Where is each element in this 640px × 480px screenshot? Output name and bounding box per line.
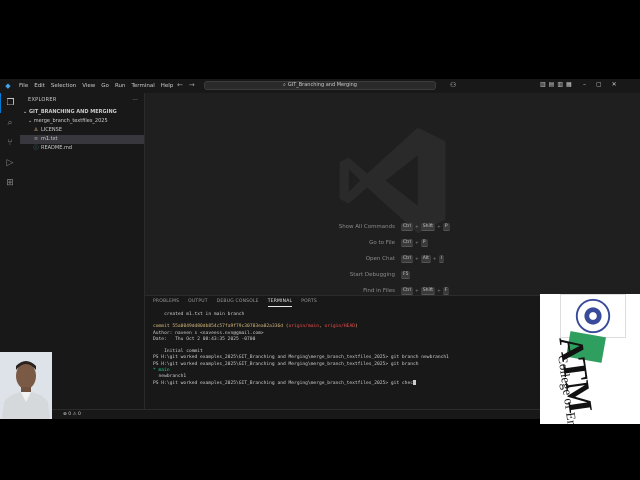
college-logo-overlay: ATM College of Enginee	[540, 294, 640, 424]
tab-output[interactable]: OUTPUT	[188, 299, 208, 306]
commit-hash: 55a0049dd80db854c57fa9f79c30703ea02a336d	[172, 324, 284, 330]
key-cap: Alt	[420, 255, 431, 263]
commit-label: commit	[153, 324, 173, 330]
menu-run[interactable]: Run	[112, 83, 129, 89]
webcam-overlay	[0, 352, 52, 419]
search-icon[interactable]: ⌕	[0, 113, 20, 133]
terminal-line: PS H:\git worked examples_2025\GIT_Branc…	[153, 361, 419, 367]
menu-go[interactable]: Go	[98, 83, 112, 89]
terminal-prompt-line: PS H:\git worked examples_2025\GIT_Branc…	[153, 381, 413, 387]
file-label: m1.txt	[41, 136, 58, 142]
tab-debug-console[interactable]: DEBUG CONSOLE	[217, 299, 259, 306]
tab-ports[interactable]: PORTS	[301, 299, 317, 306]
file-row-m1[interactable]: ≡ m1.txt	[20, 135, 144, 144]
text-file-icon: ≡	[33, 136, 39, 142]
markdown-icon: ⓘ	[33, 145, 39, 151]
subfolder-label: merge_branch_textfiles_2025	[33, 118, 108, 124]
key-cap: P	[420, 239, 428, 247]
editor-area: Show All Commands Ctrl + Shift + P Go to Fil…	[145, 93, 640, 295]
close-icon[interactable]: ✕	[612, 81, 627, 88]
branch-newbranch1: newbranch1	[153, 374, 187, 380]
toggle-sidebar-icon[interactable]: ▥	[540, 81, 549, 88]
chevron-down-icon: ⌄	[23, 109, 28, 115]
window-controls: –▢✕	[583, 81, 627, 88]
terminal-line: PS H:\git worked examples_2025\GIT_Branc…	[153, 355, 449, 361]
customize-layout-icon[interactable]: ▦	[566, 81, 575, 88]
status-problems[interactable]: ⊗ 0 ⚠ 0	[63, 410, 81, 419]
branch-main: * main	[153, 367, 170, 373]
run-debug-icon[interactable]: ▷	[0, 153, 20, 173]
nav-arrows: ←→	[177, 81, 201, 89]
file-row-readme[interactable]: ⓘ README.md	[20, 144, 144, 153]
vscode-logo-icon: ◆	[5, 82, 11, 90]
key-cap: I	[438, 255, 444, 263]
commit-ref-origin: origin/main	[288, 324, 319, 330]
menu-help[interactable]: Help	[158, 83, 177, 89]
key-cap: F	[442, 287, 450, 295]
terminal-line: Initial commit	[153, 349, 203, 355]
explorer-icon[interactable]: ❐	[0, 93, 20, 113]
terminal-output[interactable]: created m1.txt in main branch commit 55a…	[153, 312, 573, 387]
terminal-line: Date: Thu Oct 2 08:43:35 2025 -0700	[153, 336, 256, 342]
commit-refs-close: )	[354, 324, 358, 330]
minimize-icon[interactable]: –	[583, 81, 596, 88]
editor-shortcut-hints: Show All Commands Ctrl + Shift + P Go to Fil…	[295, 219, 495, 299]
file-label: README.md	[41, 145, 73, 151]
menu-terminal[interactable]: Terminal	[128, 83, 157, 89]
menu-view[interactable]: View	[79, 83, 98, 89]
source-control-icon[interactable]: ⑂	[0, 133, 20, 153]
hint-start-debugging: Start Debugging F5	[349, 271, 411, 279]
license-icon: ♙	[33, 127, 39, 133]
key-cap: F5	[401, 271, 411, 279]
subfolder-row[interactable]: ⌄ merge_branch_textfiles_2025	[20, 117, 144, 126]
key-cap: P	[442, 223, 450, 231]
presenter-video-image	[0, 352, 52, 419]
forward-arrow-icon[interactable]: →	[189, 81, 201, 89]
title-bar: ◆ File Edit Selection View Go Run Termin…	[0, 79, 640, 93]
root-folder-label: GIT_BRANCHING AND MERGING	[28, 109, 117, 115]
chevron-down-icon: ⌄	[28, 118, 33, 124]
menu-edit[interactable]: Edit	[31, 83, 48, 89]
terminal-line: created m1.txt in main branch	[153, 312, 245, 317]
explorer-title: EXPLORER	[28, 97, 57, 103]
command-center-label: GIT_Branching and Merging	[287, 82, 357, 88]
key-cap: Ctrl	[401, 287, 414, 295]
terminal-line: Author: naveen s <naveess.nvn@gmail.com>	[153, 330, 264, 336]
file-row-license[interactable]: ♙ LICENSE	[20, 126, 144, 135]
extensions-icon[interactable]: ⊞	[0, 173, 20, 193]
file-label: LICENSE	[41, 127, 62, 133]
hint-go-to-file: Go to File Ctrl + P	[369, 239, 428, 247]
root-folder[interactable]: ⌄ GIT_BRANCHING AND MERGING	[20, 107, 144, 117]
hint-show-all-commands: Show All Commands Ctrl + Shift + P	[338, 223, 450, 231]
search-icon: ⌕	[283, 82, 286, 88]
key-cap: Shift	[420, 287, 436, 295]
toggle-secondary-sidebar-icon[interactable]: ▥	[557, 81, 566, 88]
more-actions-icon[interactable]: ···	[132, 93, 138, 107]
hint-open-chat: Open Chat Ctrl + Alt + I	[365, 255, 444, 263]
menu-selection[interactable]: Selection	[48, 83, 79, 89]
key-cap: Ctrl	[401, 239, 414, 247]
copilot-icon[interactable]: ⚇	[450, 81, 456, 89]
terminal-cursor	[412, 380, 416, 386]
back-arrow-icon[interactable]: ←	[177, 81, 189, 89]
key-cap: Shift	[420, 223, 436, 231]
command-center[interactable]: ⌕ GIT_Branching and Merging	[204, 81, 436, 90]
tab-problems[interactable]: PROBLEMS	[153, 299, 179, 306]
commit-ref-head: origin/HEAD	[324, 324, 355, 330]
explorer-header: EXPLORER ···	[20, 93, 144, 107]
maximize-icon[interactable]: ▢	[596, 81, 612, 88]
key-cap: Ctrl	[401, 223, 414, 231]
layout-controls: ▥▤▥▦	[540, 81, 575, 88]
menu-file[interactable]: File	[16, 83, 31, 89]
tab-terminal[interactable]: TERMINAL	[267, 299, 293, 307]
key-cap: Ctrl	[401, 255, 414, 263]
